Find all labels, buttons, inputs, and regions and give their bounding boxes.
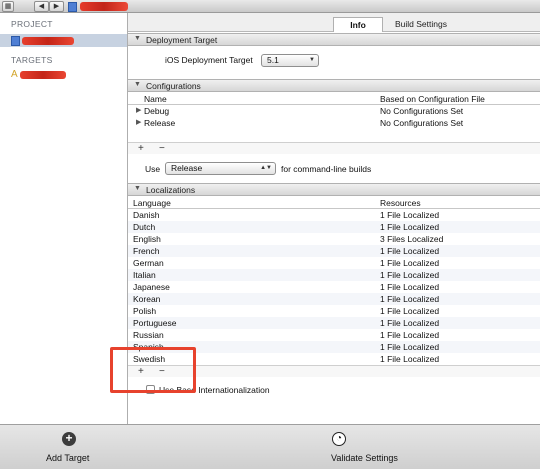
localizations-header: Language Resources — [128, 197, 540, 209]
resources: 1 File Localized — [380, 246, 440, 256]
disclosure-triangle-icon[interactable]: ▼ — [134, 185, 141, 192]
resources: 3 Files Localized — [380, 234, 444, 244]
deployment-target-section[interactable]: ▼ Deployment Target — [128, 33, 540, 46]
table-row[interactable]: Japanese 1 File Localized — [128, 281, 540, 293]
configurations-section[interactable]: ▼ Configurations — [128, 79, 540, 92]
language: Japanese — [133, 282, 170, 292]
resources: 1 File Localized — [380, 270, 440, 280]
project-icon — [11, 36, 20, 46]
table-row[interactable]: Italian 1 File Localized — [128, 269, 540, 281]
col-based-on: Based on Configuration File — [380, 94, 485, 104]
config-based-on: No Configurations Set — [380, 118, 464, 128]
resources: 1 File Localized — [380, 330, 440, 340]
forward-button[interactable]: ▶ — [49, 1, 64, 12]
sidebar-item-target-label: redacted — [20, 71, 66, 79]
add-target-label: Add Target — [46, 453, 90, 463]
chevron-updown-icon: ▲▼ — [260, 165, 272, 171]
language: German — [133, 258, 164, 268]
language: Portuguese — [133, 318, 177, 328]
resources: 1 File Localized — [380, 318, 440, 328]
tab-info[interactable]: Info — [333, 17, 383, 32]
validate-settings-label: Validate Settings — [331, 453, 398, 463]
col-language: Language — [133, 198, 171, 208]
table-row[interactable]: Danish 1 File Localized — [128, 209, 540, 221]
section-title: Deployment Target — [146, 35, 218, 45]
table-row[interactable]: English 3 Files Localized — [128, 233, 540, 245]
config-name: Debug — [144, 106, 170, 116]
disclosure-triangle-icon[interactable]: ▼ — [134, 81, 141, 88]
command-line-config-value: Release — [171, 163, 203, 173]
config-name: Release — [144, 118, 176, 128]
resources: 1 File Localized — [380, 354, 440, 364]
add-target-button[interactable]: + Add Target — [38, 425, 100, 469]
chevron-down-icon: ▼ — [309, 57, 315, 63]
table-row[interactable]: Dutch 1 File Localized — [128, 221, 540, 233]
section-title: Localizations — [146, 185, 196, 195]
localizations-section[interactable]: ▼ Localizations — [128, 183, 540, 196]
table-row[interactable]: Korean 1 File Localized — [128, 293, 540, 305]
language: Russian — [133, 330, 164, 340]
clock-icon: ◔ — [332, 432, 346, 446]
deployment-target-value: 5.1 — [267, 55, 279, 65]
project-file-icon — [68, 2, 77, 12]
jump-bar-project-name[interactable]: redacted — [80, 2, 128, 11]
sidebar-item-target[interactable]: A redacted — [0, 68, 127, 81]
disclosure-triangle-icon[interactable]: ▶ — [136, 118, 141, 126]
table-row[interactable]: ▶ Release No Configurations Set — [128, 117, 540, 129]
table-row[interactable]: ▶ Debug No Configurations Set — [128, 105, 540, 117]
table-row[interactable]: German 1 File Localized — [128, 257, 540, 269]
deployment-target-label: iOS Deployment Target — [165, 55, 253, 65]
configurations-header: Name Based on Configuration File — [128, 93, 540, 105]
project-heading: PROJECT — [11, 19, 53, 29]
configurations-add-remove-bar: + − — [128, 142, 540, 154]
resources: 1 File Localized — [380, 294, 440, 304]
disclosure-triangle-icon[interactable]: ▼ — [134, 35, 141, 42]
col-name: Name — [144, 94, 167, 104]
use-label: Use — [145, 164, 161, 174]
project-navigator: PROJECT redacted TARGETS A redacted — [0, 13, 128, 424]
language: Italian — [133, 270, 156, 280]
plus-circle-icon: + — [62, 432, 76, 446]
language: Polish — [133, 306, 157, 316]
sidebar-item-project-label: redacted — [22, 37, 74, 45]
resources: 1 File Localized — [380, 342, 440, 352]
language: French — [133, 246, 160, 256]
table-row[interactable]: Russian 1 File Localized — [128, 329, 540, 341]
command-line-suffix: for command-line builds — [281, 164, 372, 174]
sidebar-item-project[interactable]: redacted — [0, 34, 127, 47]
language: Dutch — [133, 222, 156, 232]
bottom-toolbar: + Add Target ◔ Validate Settings — [0, 424, 540, 469]
targets-heading: TARGETS — [11, 55, 53, 65]
highlight-annotation — [110, 347, 196, 393]
editor-tabbar: Info Build Settings — [128, 13, 540, 32]
language: Danish — [133, 210, 160, 220]
table-row[interactable]: Polish 1 File Localized — [128, 305, 540, 317]
app-target-icon: A — [11, 69, 18, 80]
resources: 1 File Localized — [380, 210, 440, 220]
back-button[interactable]: ◀ — [34, 1, 49, 12]
tab-build-settings[interactable]: Build Settings — [386, 17, 456, 32]
section-title: Configurations — [146, 81, 201, 91]
add-configuration-button[interactable]: + — [138, 143, 144, 154]
command-line-config-popup[interactable]: Release ▲▼ — [165, 162, 276, 175]
grid-icon[interactable]: ▦ — [2, 1, 14, 12]
resources: 1 File Localized — [380, 258, 440, 268]
table-row[interactable]: French 1 File Localized — [128, 245, 540, 257]
col-resources: Resources — [380, 198, 421, 208]
language: English — [133, 234, 161, 244]
language: Korean — [133, 294, 161, 304]
resources: 1 File Localized — [380, 306, 440, 316]
config-based-on: No Configurations Set — [380, 106, 464, 116]
top-toolbar: ▦ ◀ ▶ redacted — [0, 0, 540, 13]
deployment-target-popup[interactable]: 5.1 ▼ — [261, 54, 319, 67]
resources: 1 File Localized — [380, 222, 440, 232]
resources: 1 File Localized — [380, 282, 440, 292]
validate-settings-button[interactable]: ◔ Validate Settings — [328, 425, 402, 469]
remove-configuration-button[interactable]: − — [159, 143, 165, 154]
table-row[interactable]: Portuguese 1 File Localized — [128, 317, 540, 329]
disclosure-triangle-icon[interactable]: ▶ — [136, 106, 141, 114]
